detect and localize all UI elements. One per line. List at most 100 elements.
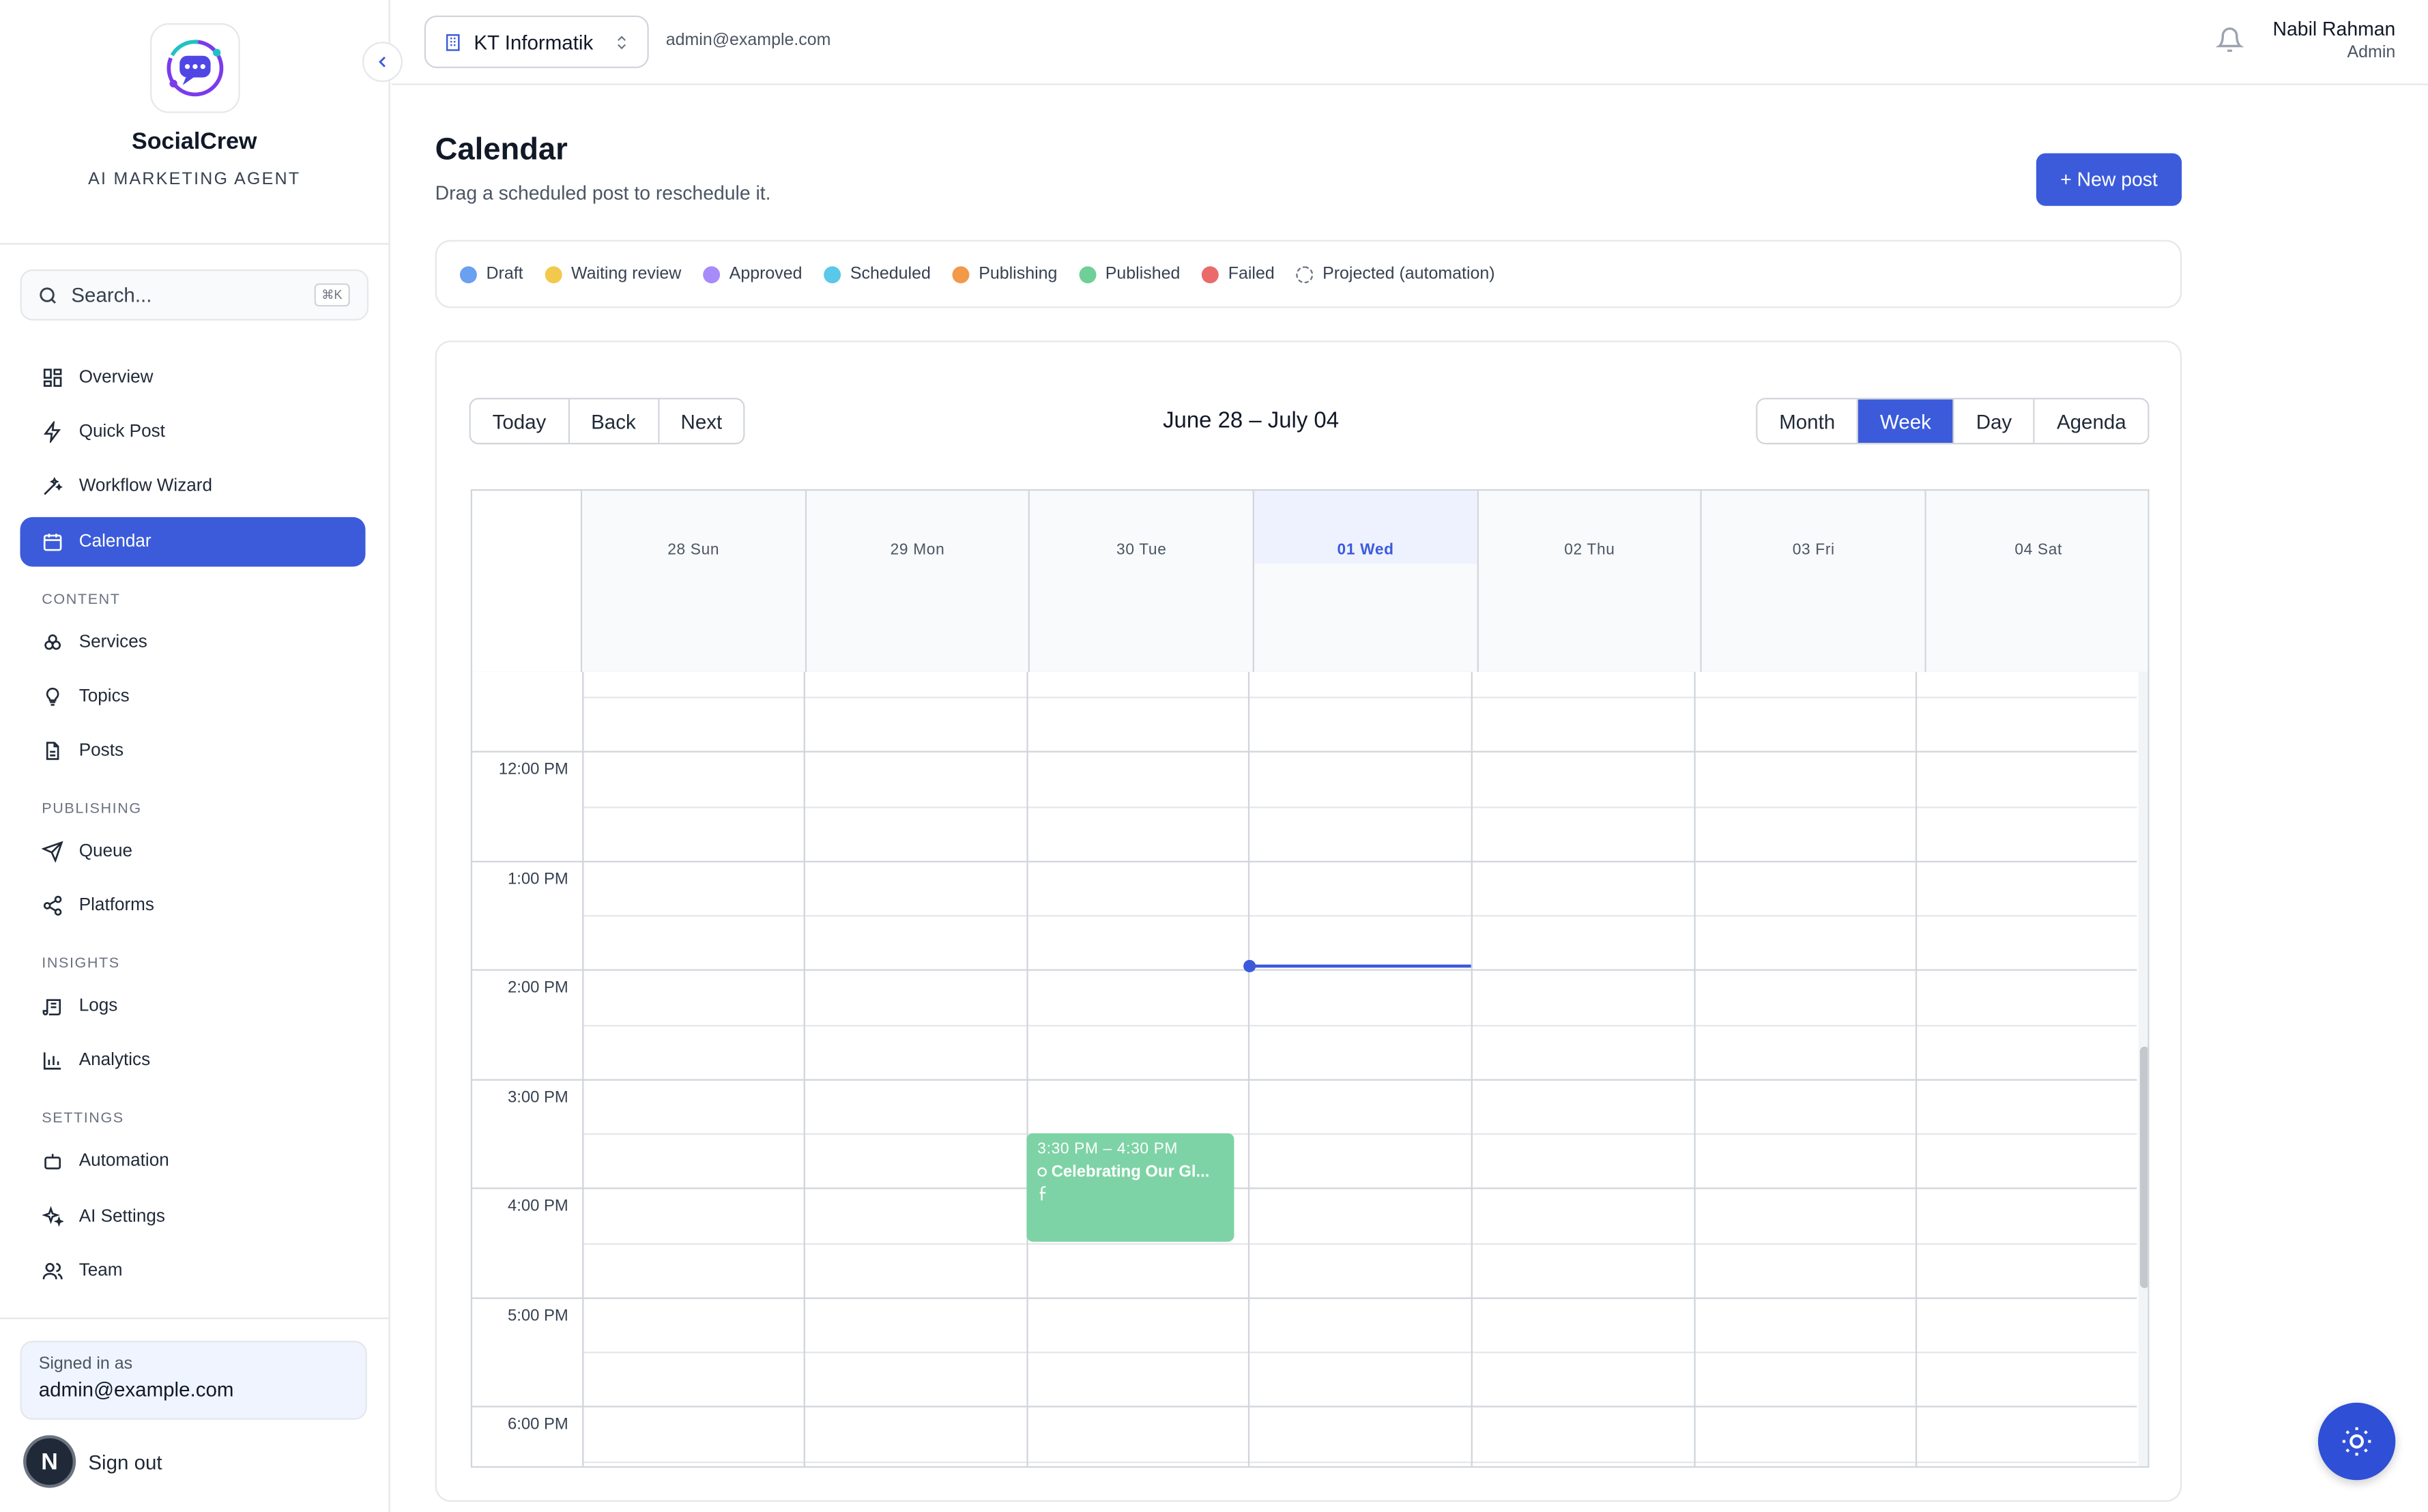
- calendar-icon: [43, 533, 62, 551]
- nav-button-group: Today Back Next: [469, 398, 746, 445]
- send-icon: [42, 841, 63, 862]
- building-icon: [446, 33, 460, 50]
- sidebar-item-calendar[interactable]: Calendar: [20, 516, 366, 566]
- time-label: 3:00 PM: [508, 1088, 568, 1107]
- users-icon: [42, 1262, 63, 1279]
- theme-toggle-button[interactable]: [2317, 1402, 2396, 1481]
- search-input[interactable]: [71, 283, 304, 307]
- day-header-row: 28 Sun 29 Mon 30 Tue 01 Wed 02 Thu 03 Fr…: [472, 491, 2148, 672]
- page-subtitle: Drag a scheduled post to reschedule it.: [435, 182, 771, 205]
- day-column-line: [1026, 671, 1028, 1466]
- collapse-sidebar-button[interactable]: [362, 42, 403, 83]
- sidebar-item-platforms[interactable]: Platforms: [20, 881, 365, 931]
- event-time: 3:30 PM – 4:30 PM: [1037, 1141, 1179, 1159]
- view-day-button[interactable]: Day: [1954, 399, 2036, 443]
- sidebar-item-quick-post[interactable]: Quick Post: [20, 407, 365, 457]
- date-range-label: June 28 – July 04: [1163, 409, 1340, 434]
- sidebar-item-overview[interactable]: Overview: [20, 353, 365, 403]
- today-button[interactable]: Today: [470, 399, 570, 443]
- share-icon: [43, 896, 62, 916]
- avatar: N: [23, 1435, 76, 1488]
- user-name: Nabil Rahman: [2272, 18, 2396, 40]
- sidebar-item-team[interactable]: Team: [20, 1246, 365, 1296]
- view-month-button[interactable]: Month: [1757, 399, 1859, 443]
- day-header[interactable]: 29 Mon: [806, 491, 1030, 672]
- hour-line: [472, 751, 2137, 753]
- calendar-event[interactable]: 3:30 PM – 4:30 PM Celebrating Our Gl...: [1026, 1133, 1234, 1242]
- sidebar: SocialCrew AI MARKETING AGENT ⌘K Overvie…: [0, 0, 390, 1512]
- document-icon: [46, 742, 59, 760]
- sidebar-item-label: Automation: [78, 1152, 169, 1172]
- legend-label: Waiting review: [570, 265, 682, 284]
- sidebar-item-workflow-wizard[interactable]: Workflow Wizard: [20, 462, 365, 512]
- legend-item-publishing: Publishing: [952, 265, 1057, 283]
- day-header-today[interactable]: 01 Wed: [1254, 491, 1479, 672]
- sidebar-item-posts[interactable]: Posts: [20, 726, 365, 776]
- next-button[interactable]: Next: [659, 399, 744, 443]
- sidebar-footer-divider: [0, 1318, 389, 1320]
- user-menu[interactable]: Nabil Rahman Admin: [2273, 18, 2396, 62]
- hour-line: [472, 1187, 2137, 1189]
- legend-dot: [1079, 265, 1097, 283]
- bar-chart-icon: [43, 1053, 61, 1071]
- legend-dot: [1202, 265, 1219, 283]
- signed-in-label: Signed in as: [38, 1354, 133, 1373]
- new-post-button[interactable]: + New post: [2036, 153, 2182, 206]
- legend-dot: [459, 265, 477, 283]
- section-label-settings: SETTINGS: [42, 1110, 124, 1128]
- view-agenda-button[interactable]: Agenda: [2035, 399, 2148, 443]
- sparkles-icon: [42, 1205, 64, 1226]
- sidebar-item-queue[interactable]: Queue: [20, 827, 365, 877]
- day-header[interactable]: 30 Tue: [1030, 491, 1255, 672]
- top-bar: KT Informatik admin@example.com Nabil Ra…: [392, 0, 2428, 85]
- status-circle-icon: [1037, 1167, 1047, 1177]
- sidebar-item-automation[interactable]: Automation: [20, 1137, 365, 1187]
- half-hour-line: [582, 1351, 2137, 1354]
- hour-line: [472, 860, 2137, 862]
- day-header[interactable]: 02 Thu: [1478, 491, 1703, 672]
- lightbulb-icon: [46, 687, 59, 706]
- current-time-dot: [1243, 959, 1256, 972]
- hour-line: [472, 1079, 2137, 1081]
- legend-label: Draft: [486, 265, 523, 284]
- section-label-publishing: PUBLISHING: [42, 800, 142, 817]
- sidebar-item-label: Topics: [78, 686, 130, 706]
- day-header[interactable]: 03 Fri: [1702, 491, 1927, 672]
- legend-dot: [703, 265, 721, 283]
- half-hour-line: [582, 1133, 2137, 1135]
- notifications-button[interactable]: [2215, 27, 2244, 62]
- sidebar-item-topics[interactable]: Topics: [20, 671, 365, 721]
- grid-scrollbar[interactable]: [2138, 671, 2148, 1466]
- time-label: 5:00 PM: [508, 1307, 568, 1326]
- org-name: KT Informatik: [474, 30, 594, 54]
- bell-icon: [2215, 27, 2244, 53]
- day-header[interactable]: 28 Sun: [582, 491, 807, 672]
- day-header[interactable]: 04 Sat: [1926, 491, 2148, 672]
- sign-out-button[interactable]: N Sign out: [23, 1435, 162, 1488]
- sidebar-item-services[interactable]: Services: [20, 617, 365, 667]
- legend-dot: [824, 265, 841, 283]
- legend-item-approved: Approved: [703, 265, 803, 283]
- sidebar-nav: Overview Quick Post Workflow Wizard Cale…: [0, 353, 389, 1295]
- hour-line: [472, 1297, 2137, 1299]
- day-column-line: [1247, 671, 1250, 1466]
- org-switcher[interactable]: KT Informatik: [424, 15, 649, 68]
- signed-in-card: Signed in as admin@example.com: [20, 1341, 367, 1420]
- search-box[interactable]: ⌘K: [20, 269, 369, 321]
- day-column-line: [1471, 671, 1473, 1466]
- sidebar-item-ai-settings[interactable]: AI Settings: [20, 1191, 365, 1241]
- time-grid[interactable]: 12:00 PM 1:00 PM 2:00 PM 3:00 PM 4:00 PM…: [472, 671, 2137, 1466]
- hour-line: [472, 969, 2137, 971]
- sidebar-item-analytics[interactable]: Analytics: [20, 1036, 365, 1086]
- sidebar-item-logs[interactable]: Logs: [20, 982, 365, 1032]
- day-column-line: [582, 671, 584, 1466]
- half-hour-line: [582, 697, 2137, 699]
- bot-icon: [44, 1154, 61, 1170]
- legend-item-projected: Projected (automation): [1296, 265, 1495, 283]
- top-email: admin@example.com: [665, 31, 831, 50]
- wand-icon: [44, 477, 63, 496]
- back-button[interactable]: Back: [569, 399, 659, 443]
- scrollbar-thumb[interactable]: [2139, 1046, 2148, 1288]
- view-week-button[interactable]: Week: [1858, 399, 1954, 443]
- legend-label: Published: [1105, 265, 1181, 284]
